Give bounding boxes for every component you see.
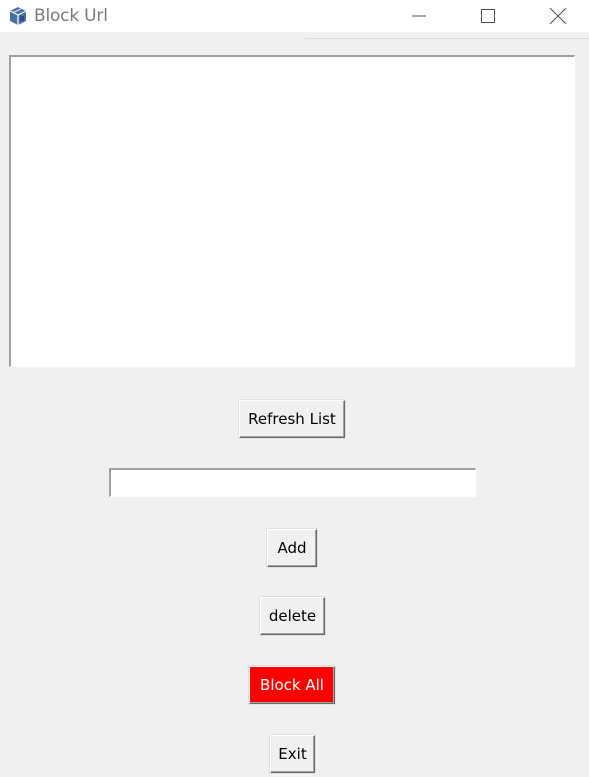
window-title: Block Url: [34, 6, 108, 26]
url-input[interactable]: [109, 468, 476, 497]
python-feather-icon: [7, 5, 29, 27]
refresh-list-button[interactable]: Refresh List: [239, 400, 345, 438]
delete-button[interactable]: delete: [260, 597, 325, 635]
url-listbox[interactable]: [9, 55, 575, 367]
title-bar[interactable]: Block Url: [0, 0, 589, 32]
maximize-icon: [481, 9, 495, 23]
maximize-button[interactable]: [465, 0, 511, 32]
title-separator: [305, 38, 589, 39]
block-all-button[interactable]: Block All: [249, 666, 335, 704]
minimize-button[interactable]: [396, 0, 442, 32]
minimize-icon: [412, 15, 426, 17]
add-button[interactable]: Add: [267, 529, 317, 567]
close-button[interactable]: [535, 0, 581, 32]
exit-button[interactable]: Exit: [270, 735, 315, 773]
app-window: Block Url Refresh List Add delete Block …: [0, 0, 589, 777]
close-icon: [549, 7, 567, 25]
